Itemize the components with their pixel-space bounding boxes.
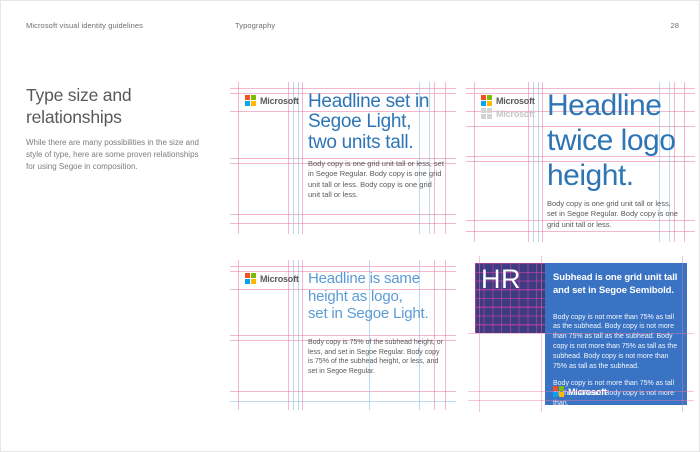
- headline-line: Segoe Light,: [308, 112, 429, 132]
- guide-line-v: [445, 260, 446, 410]
- guide-line-h: [230, 335, 456, 336]
- guide-line-h: [230, 88, 456, 89]
- microsoft-logo-wordmark: Microsoft: [496, 96, 535, 106]
- card-body-copy: Body copy is 75% of the subhead height, …: [308, 338, 446, 377]
- microsoft-logo: Microsoft: [481, 95, 535, 106]
- guide-line-v: [474, 82, 475, 242]
- headline-line: Headline: [547, 89, 675, 124]
- guide-line-v: [434, 82, 435, 234]
- card-body-copy: Body copy is one grid unit tall or less,…: [308, 159, 444, 200]
- microsoft-logo-tiles: [481, 95, 492, 106]
- microsoft-logo-wordmark: Microsoft: [568, 387, 607, 397]
- guide-line-v: [538, 82, 539, 242]
- guide-line-h: [230, 223, 456, 224]
- headline-line: Headline set in: [308, 92, 429, 112]
- guide-line-h: [230, 391, 456, 392]
- microsoft-logo: Microsoft: [245, 95, 299, 106]
- card-body-copy: Body copy is not more than 75% as tall a…: [553, 313, 679, 372]
- example-card-headline-twice-logo: Microsoft Microsoft Headline twice logo …: [473, 89, 688, 235]
- microsoft-logo-wordmark: Microsoft: [496, 109, 535, 119]
- microsoft-logo-tiles: [245, 95, 256, 106]
- page-title: Type size and relationships: [26, 85, 166, 128]
- guidelines-page: Microsoft visual identity guidelines Typ…: [0, 0, 700, 452]
- card-subhead: Subhead is one grid unit tall and set in…: [553, 272, 679, 298]
- guide-line-v: [542, 82, 543, 242]
- guide-line-v: [684, 82, 685, 242]
- card-headline: Headline set in Segoe Light, two units t…: [308, 92, 429, 153]
- guide-line-v: [528, 82, 529, 242]
- microsoft-logo: Microsoft: [245, 273, 299, 284]
- headline-line: twice logo: [547, 124, 675, 159]
- header-section-title: Typography: [235, 21, 275, 30]
- guide-line-h: [230, 401, 456, 402]
- header-brand: Microsoft visual identity guidelines: [26, 21, 143, 30]
- guide-line-v: [302, 260, 303, 410]
- microsoft-logo-wordmark: Microsoft: [260, 274, 299, 284]
- card-headline: Headline twice logo height.: [547, 89, 675, 193]
- example-card-headline-logo-height: Microsoft Headline is same height as log…: [237, 267, 449, 403]
- microsoft-logo-tiles: [245, 273, 256, 284]
- card-headline: Headline is same height as logo, set in …: [308, 270, 428, 323]
- card-body-copy: Body copy is one grid unit tall or less,…: [547, 199, 681, 230]
- headline-line: Headline is same: [308, 270, 428, 288]
- microsoft-logo-white: Microsoft: [553, 386, 607, 397]
- guide-line-h: [466, 231, 695, 232]
- microsoft-logo-wordmark: Microsoft: [260, 96, 299, 106]
- guide-line-h: [230, 214, 456, 215]
- headline-line: height as logo,: [308, 288, 428, 306]
- hr-monogram: HR: [481, 264, 521, 295]
- guide-line-v: [302, 82, 303, 234]
- guide-line-v: [238, 260, 239, 410]
- blue-layout-panel: Subhead is one grid unit tall and set in…: [545, 263, 687, 405]
- guide-line-v: [533, 82, 534, 242]
- page-intro-paragraph: While there are many possibilities in th…: [26, 137, 202, 173]
- guide-line-v: [445, 82, 446, 234]
- example-card-headline-two-units: Microsoft Headline set in Segoe Light, t…: [237, 89, 449, 227]
- guide-line-h: [230, 266, 456, 267]
- microsoft-logo-tiles: [481, 108, 492, 119]
- example-card-subhead-semibold: HR Subhead is one grid unit tall and set…: [475, 263, 687, 405]
- headline-line: height.: [547, 159, 675, 194]
- header-page-number: 28: [670, 21, 679, 30]
- headline-line: two units tall.: [308, 133, 429, 153]
- guide-line-v: [238, 82, 239, 234]
- guide-line-v: [434, 260, 435, 410]
- microsoft-logo-tiles: [553, 386, 564, 397]
- headline-line: set in Segoe Light.: [308, 305, 428, 323]
- hr-monogram-tile: HR: [475, 263, 545, 333]
- microsoft-logo-ghost: Microsoft: [481, 108, 535, 119]
